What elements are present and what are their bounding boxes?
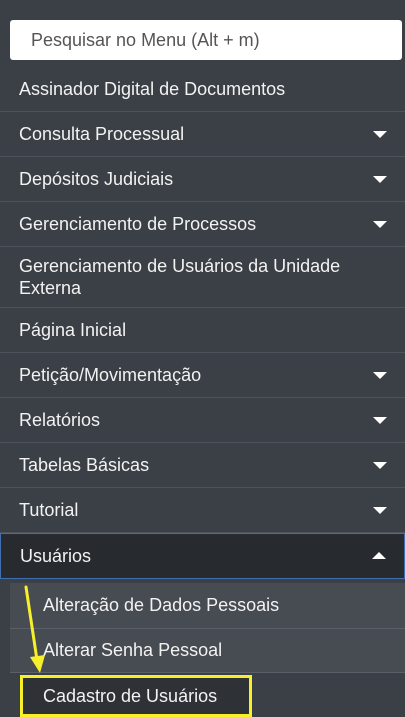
caret-down-icon[interactable]	[373, 176, 387, 183]
menu-item-label: Usuários	[20, 546, 92, 566]
menu-list: Assinador Digital de Documentos Consulta…	[0, 67, 405, 579]
caret-down-icon[interactable]	[373, 131, 387, 138]
menu-item-pagina-inicial[interactable]: Página Inicial	[0, 308, 405, 353]
menu-item-tabelas-basicas[interactable]: Tabelas Básicas	[0, 443, 405, 488]
menu-item-tutorial[interactable]: Tutorial	[0, 488, 405, 533]
submenu-item-alteracao-dados-pessoais[interactable]: Alteração de Dados Pessoais	[10, 583, 405, 629]
menu-item-gerenciamento-processos[interactable]: Gerenciamento de Processos	[0, 202, 405, 247]
menu-item-label: Relatórios	[19, 410, 101, 430]
submenu-item-label: Cadastro de Usuários	[43, 685, 218, 706]
menu-item-relatorios[interactable]: Relatórios	[0, 398, 405, 443]
navigation-menu-panel: Assinador Digital de Documentos Consulta…	[0, 0, 405, 717]
menu-item-label: Consulta Processual	[19, 124, 185, 144]
menu-item-label: Gerenciamento de Usuários da Unidade Ext…	[19, 256, 341, 298]
menu-item-label: Página Inicial	[19, 320, 127, 340]
menu-item-label: Tutorial	[19, 500, 79, 520]
submenu-item-label: Alterar Senha Pessoal	[43, 640, 223, 660]
menu-item-assinador-digital[interactable]: Assinador Digital de Documentos	[0, 67, 405, 112]
submenu-item-alterar-senha-pessoal[interactable]: Alterar Senha Pessoal	[10, 629, 405, 673]
caret-down-icon[interactable]	[373, 221, 387, 228]
search-box[interactable]	[10, 20, 402, 60]
caret-down-icon[interactable]	[373, 372, 387, 379]
menu-item-label: Assinador Digital de Documentos	[19, 79, 286, 99]
menu-item-gerenciamento-usuarios-unidade-externa[interactable]: Gerenciamento de Usuários da Unidade Ext…	[0, 247, 405, 308]
menu-item-usuarios[interactable]: Usuários	[0, 533, 405, 579]
submenu-item-label: Alteração de Dados Pessoais	[43, 595, 280, 615]
caret-up-icon[interactable]	[372, 552, 386, 559]
caret-down-icon[interactable]	[373, 462, 387, 469]
menu-item-label: Petição/Movimentação	[19, 365, 202, 385]
search-input[interactable]	[10, 20, 402, 60]
submenu-item-cadastro-usuarios[interactable]: Cadastro de Usuários	[20, 675, 252, 717]
menu-item-peticao-movimentacao[interactable]: Petição/Movimentação	[0, 353, 405, 398]
menu-item-consulta-processual[interactable]: Consulta Processual	[0, 112, 405, 157]
caret-down-icon[interactable]	[373, 417, 387, 424]
caret-down-icon[interactable]	[373, 507, 387, 514]
submenu-usuarios: Alteração de Dados Pessoais Alterar Senh…	[10, 583, 405, 717]
menu-item-depositos-judiciais[interactable]: Depósitos Judiciais	[0, 157, 405, 202]
menu-item-label: Tabelas Básicas	[19, 455, 150, 475]
menu-item-label: Gerenciamento de Processos	[19, 214, 257, 234]
menu-item-label: Depósitos Judiciais	[19, 169, 174, 189]
